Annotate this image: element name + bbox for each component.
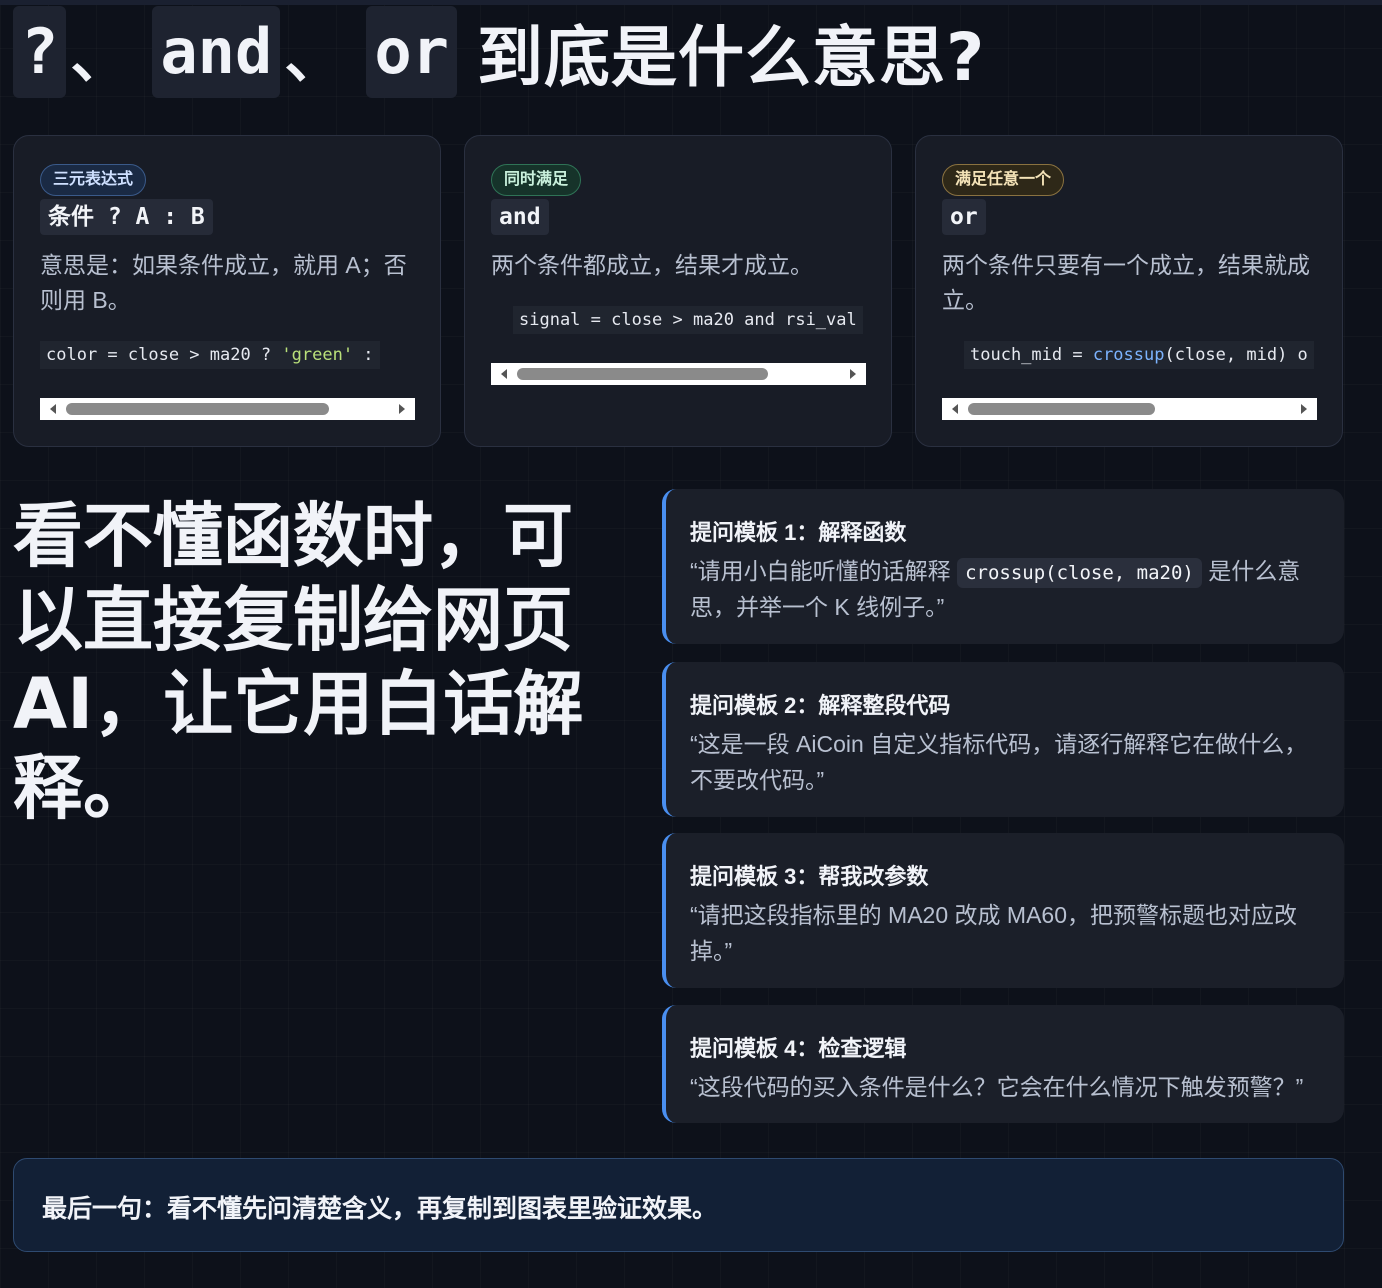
scroll-left-icon[interactable] — [952, 404, 958, 414]
template-title: 提问模板 2：解释整段代码 — [690, 693, 951, 718]
card-badge: 同时满足 — [491, 164, 582, 196]
scroll-right-icon[interactable] — [1301, 404, 1307, 414]
card-or: 满足任意一个 or 两个条件只要有一个成立，结果就成立。 touch_mid =… — [915, 135, 1343, 447]
code-text: color = close > ma20 ? — [46, 345, 282, 365]
card-badge: 满足任意一个 — [942, 164, 1065, 196]
scroll-left-icon[interactable] — [501, 369, 507, 379]
card-description: 两个条件只要有一个成立，结果就成立。 — [942, 252, 1310, 313]
template-title: 提问模板 3：帮我改参数 — [690, 864, 929, 889]
card-description: 意思是：如果条件成立，就用 A；否则用 B。 — [40, 252, 407, 313]
horizontal-scrollbar[interactable] — [491, 363, 866, 385]
scroll-right-icon[interactable] — [399, 404, 405, 414]
template-body: “请用小白能听懂的话解释 crossup(close, ma20) 是什么意思，… — [690, 553, 1330, 625]
template-body: “请把这段指标里的 MA20 改成 MA60，把预警标题也对应改掉。” — [690, 902, 1297, 964]
horizontal-scrollbar[interactable] — [40, 398, 415, 420]
title-separator: 、 — [284, 23, 343, 91]
template-body: “这是一段 AiCoin 自定义指标代码，请逐行解释它在做什么，不要改代码。” — [690, 731, 1308, 793]
card-syntax: and — [491, 199, 549, 235]
code-text: (close, mid) o — [1164, 345, 1308, 365]
code-snippet: signal = close > ma20 and rsi_val — [513, 303, 866, 337]
code-snippet: color = close > ma20 ? 'green' : — [40, 338, 415, 372]
prompt-template-2: 提问模板 2：解释整段代码 “这是一段 AiCoin 自定义指标代码，请逐行解释… — [662, 662, 1344, 817]
scroll-right-icon[interactable] — [850, 369, 856, 379]
card-syntax: or — [942, 199, 986, 235]
title-separator: 、 — [70, 23, 129, 91]
card-badge: 三元表达式 — [40, 164, 147, 196]
template-text: “请用小白能听懂的话解释 — [690, 558, 958, 584]
scrollbar-thumb[interactable] — [517, 368, 768, 380]
keyword-and: and — [152, 6, 281, 98]
keyword-or: or — [366, 6, 457, 98]
code-line: color = close > ma20 ? 'green' : — [40, 341, 380, 369]
prompt-template-4: 提问模板 4：检查逻辑 “这段代码的买入条件是什么？它会在什么情况下触发预警？” — [662, 1005, 1344, 1123]
summary-banner: 最后一句：看不懂先问清楚含义，再复制到图表里验证效果。 — [13, 1158, 1344, 1252]
scroll-left-icon[interactable] — [50, 404, 56, 414]
code-line: signal = close > ma20 and rsi_val — [513, 306, 863, 334]
card-and: 同时满足 and 两个条件都成立，结果才成立。 signal = close >… — [464, 135, 892, 447]
code-snippet: touch_mid = crossup(close, mid) o — [964, 338, 1317, 372]
horizontal-scrollbar[interactable] — [942, 398, 1317, 420]
prompt-template-1: 提问模板 1：解释函数 “请用小白能听懂的话解释 crossup(close, … — [662, 489, 1344, 644]
page-title: ? 、 and 、 or 到底是什么意思? — [13, 6, 985, 98]
prompt-template-3: 提问模板 3：帮我改参数 “请把这段指标里的 MA20 改成 MA60，把预警标… — [662, 833, 1344, 988]
keyword-ternary: ? — [13, 6, 67, 98]
tip-headline: 看不懂函数时，可以直接复制给网页 AI，让它用白话解释。 — [13, 495, 584, 829]
code-text: touch_mid = — [970, 345, 1093, 365]
inline-code: crossup(close, ma20) — [957, 558, 1202, 588]
scrollbar-thumb[interactable] — [968, 403, 1155, 415]
code-line: touch_mid = crossup(close, mid) o — [964, 341, 1314, 369]
scrollbar-thumb[interactable] — [66, 403, 329, 415]
summary-text: 最后一句：看不懂先问清楚含义，再复制到图表里验证效果。 — [42, 1195, 718, 1223]
card-syntax: 条件 ? A : B — [40, 199, 213, 235]
title-text: 到底是什么意思? — [476, 19, 986, 96]
template-title: 提问模板 1：解释函数 — [690, 520, 907, 545]
card-description: 两个条件都成立，结果才成立。 — [491, 252, 813, 278]
card-ternary: 三元表达式 条件 ? A : B 意思是：如果条件成立，就用 A；否则用 B。 … — [13, 135, 441, 447]
code-text: : — [353, 345, 374, 365]
code-string: 'green' — [281, 345, 354, 365]
template-title: 提问模板 4：检查逻辑 — [690, 1036, 907, 1061]
template-body: “这段代码的买入条件是什么？它会在什么情况下触发预警？” — [690, 1074, 1304, 1100]
code-function: crossup — [1092, 345, 1165, 365]
